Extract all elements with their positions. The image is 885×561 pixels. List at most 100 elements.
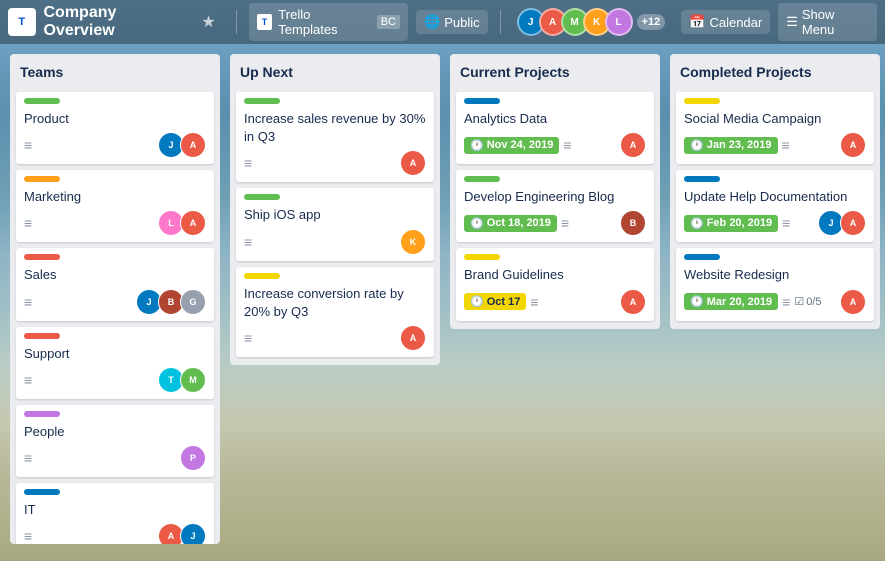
board-title: Company Overview [44,4,190,40]
column-current-projects: Current Projects Analytics Data 🕐 Nov 24… [450,54,660,329]
card-label [24,176,60,182]
trello-templates-label: Trello Templates [278,7,370,37]
card-support[interactable]: Support ≡ T M [16,327,214,399]
avatar: K [400,229,426,255]
lines-icon: ≡ [782,216,790,230]
card-engineering-blog[interactable]: Develop Engineering Blog 🕐 Oct 18, 2019 … [456,170,654,242]
card-meta: ≡ J B G [24,289,206,315]
card-avatars: A [840,132,866,158]
card-meta: ≡ L A [24,210,206,236]
avatar: A [840,289,866,315]
card-brand-guidelines[interactable]: Brand Guidelines 🕐 Oct 17 ≡ A [456,248,654,320]
date-badge: 🕐 Jan 23, 2019 [684,137,778,154]
card-meta-left: 🕐 Nov 24, 2019 ≡ [464,137,572,154]
card-title: Website Redesign [684,266,866,284]
member-avatars[interactable]: J A M K L +12 [517,8,666,36]
card-title: Product [24,110,206,128]
card-meta: 🕐 Jan 23, 2019 ≡ A [684,132,866,158]
menu-icon: ☰ [786,14,798,30]
show-menu-button[interactable]: ☰ Show Menu [778,3,877,41]
lines-icon: ≡ [563,138,571,152]
lines-icon: ≡ [561,216,569,230]
card-avatars: P [180,445,206,471]
lines-icon: ≡ [24,138,32,152]
card-increase-conversion[interactable]: Increase conversion rate by 20% by Q3 ≡ … [236,267,434,357]
column-up-next: Up Next Increase sales revenue by 30% in… [230,54,440,365]
card-avatars: A [400,150,426,176]
card-website-redesign[interactable]: Website Redesign 🕐 Mar 20, 2019 ≡ ☑ 0/5 … [676,248,874,320]
lines-icon: ≡ [782,138,790,152]
card-label [24,254,60,260]
avatar: A [840,210,866,236]
card-sales[interactable]: Sales ≡ J B G [16,248,214,320]
lines-icon: ≡ [244,331,252,345]
card-increase-sales[interactable]: Increase sales revenue by 30% in Q3 ≡ A [236,92,434,182]
card-label [464,254,500,260]
public-button[interactable]: 🌐 Public [416,10,488,34]
trello-icon: T [257,14,273,30]
card-label [684,176,720,182]
card-ship-ios[interactable]: Ship iOS app ≡ K [236,188,434,260]
lines-icon: ≡ [24,295,32,309]
card-meta: ≡ A [244,325,426,351]
card-people[interactable]: People ≡ P [16,405,214,477]
card-meta: 🕐 Nov 24, 2019 ≡ A [464,132,646,158]
lines-icon: ≡ [244,235,252,249]
avatar: L [605,8,633,36]
avatar: B [620,210,646,236]
card-label [24,411,60,417]
header: T Company Overview ★ T Trello Templates … [0,0,885,44]
card-label [244,194,280,200]
card-avatars: J A [818,210,866,236]
card-meta: ≡ T M [24,367,206,393]
board-area: Teams Product ≡ J A Marketing ≡ L A [0,44,885,561]
card-meta: 🕐 Oct 17 ≡ A [464,289,646,315]
public-label: Public [444,15,479,30]
avatar: M [180,367,206,393]
avatar: P [180,445,206,471]
trello-templates-button[interactable]: T Trello Templates BC [249,3,408,41]
lines-icon: ≡ [24,451,32,465]
card-title: Increase sales revenue by 30% in Q3 [244,110,426,146]
date-badge: 🕐 Oct 18, 2019 [464,215,557,232]
card-help-docs[interactable]: Update Help Documentation 🕐 Feb 20, 2019… [676,170,874,242]
card-title: IT [24,501,206,519]
card-product[interactable]: Product ≡ J A [16,92,214,164]
avatar: A [620,289,646,315]
card-social-media[interactable]: Social Media Campaign 🕐 Jan 23, 2019 ≡ A [676,92,874,164]
card-title: Brand Guidelines [464,266,646,284]
card-analytics-data[interactable]: Analytics Data 🕐 Nov 24, 2019 ≡ A [456,92,654,164]
card-avatars: A [400,325,426,351]
card-meta: 🕐 Mar 20, 2019 ≡ ☑ 0/5 A [684,289,866,315]
card-meta: ≡ P [24,445,206,471]
card-meta: ≡ K [244,229,426,255]
calendar-button[interactable]: 📅 Calendar [681,10,770,34]
card-avatars: B [620,210,646,236]
avatar: A [400,150,426,176]
card-label [24,333,60,339]
show-menu-label: Show Menu [802,7,869,37]
card-meta-left: 🕐 Mar 20, 2019 ≡ ☑ 0/5 [684,293,821,310]
card-avatars: K [400,229,426,255]
lines-icon: ≡ [530,295,538,309]
date-badge: 🕐 Oct 17 [464,293,526,310]
card-title: Ship iOS app [244,206,426,224]
column-completed-projects: Completed Projects Social Media Campaign… [670,54,880,329]
avatar: G [180,289,206,315]
card-label [684,98,720,104]
column-teams: Teams Product ≡ J A Marketing ≡ L A [10,54,220,544]
date-badge: 🕐 Nov 24, 2019 [464,137,559,154]
avatar: A [180,210,206,236]
card-label [684,254,720,260]
card-it[interactable]: IT ≡ A J [16,483,214,544]
date-badge: 🕐 Feb 20, 2019 [684,215,778,232]
date-badge: 🕐 Mar 20, 2019 [684,293,778,310]
card-marketing[interactable]: Marketing ≡ L A [16,170,214,242]
card-label [244,98,280,104]
card-avatars: J A [158,132,206,158]
star-icon[interactable]: ★ [201,12,215,32]
card-meta: 🕐 Oct 18, 2019 ≡ B [464,210,646,236]
card-meta-left: 🕐 Oct 17 ≡ [464,293,539,310]
header-divider [236,10,237,34]
card-label [244,273,280,279]
